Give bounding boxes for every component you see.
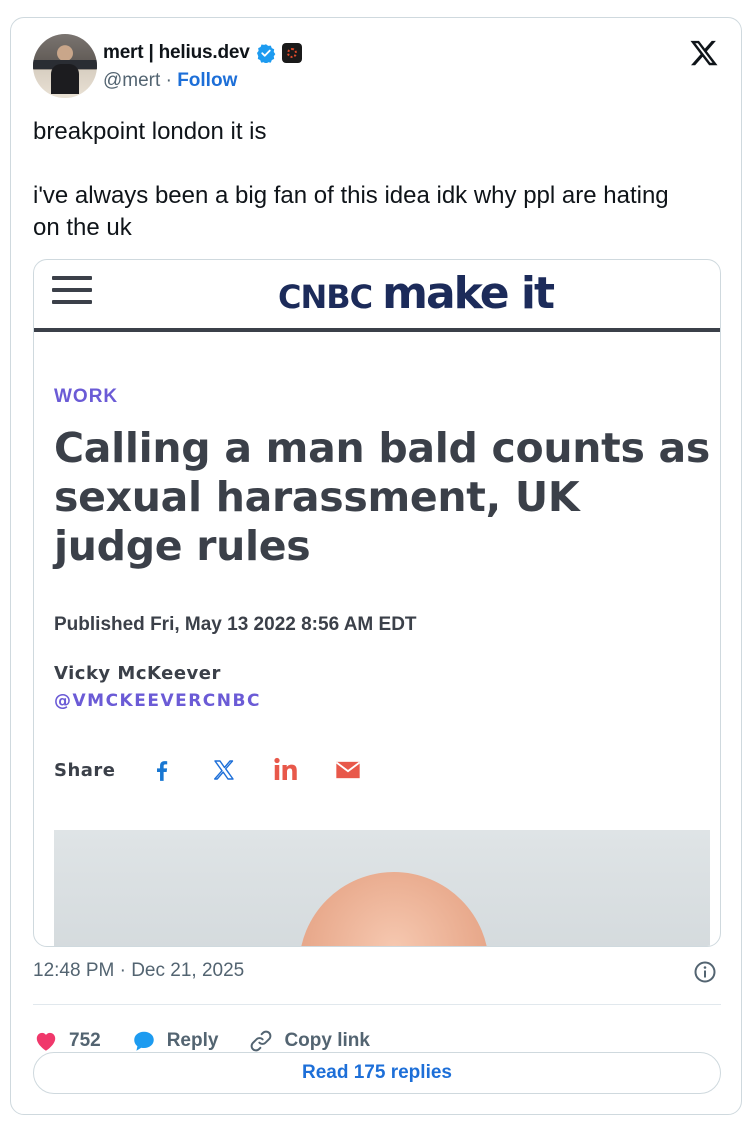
article-card[interactable]: CNBC make it WORK Calling a man bald cou…	[33, 259, 721, 947]
divider	[33, 1004, 721, 1005]
hamburger-menu-icon[interactable]	[52, 276, 92, 304]
published-date: Published Fri, May 13 2022 8:56 AM EDT	[54, 614, 417, 635]
cnbc-make-it-logo: CNBC make it	[278, 268, 555, 319]
reply-label: Reply	[166, 1030, 219, 1051]
x-share-icon[interactable]	[208, 754, 240, 786]
section-label[interactable]: WORK	[54, 386, 118, 408]
share-label: Share	[54, 759, 116, 781]
x-logo-icon[interactable]	[689, 38, 719, 68]
author-name[interactable]: mert | helius.dev	[103, 42, 250, 64]
like-button[interactable]: 752	[33, 1028, 101, 1054]
avatar-figure	[51, 64, 79, 94]
article-headline: Calling a man bald counts as sexual hara…	[54, 424, 711, 570]
article-header: CNBC make it	[34, 260, 720, 332]
link-icon	[251, 1030, 272, 1052]
linkedin-icon[interactable]	[270, 754, 302, 786]
affiliate-badge-icon[interactable]	[281, 43, 302, 63]
copy-link-label: Copy link	[284, 1030, 370, 1051]
avatar[interactable]	[33, 34, 97, 98]
tweet-card: mert | helius.dev @mert · Follow breakpo…	[10, 17, 742, 1115]
author-handle[interactable]: @mert	[103, 70, 160, 91]
cnbc-logo-text: CNBC	[278, 278, 373, 316]
article-author-handle[interactable]: @VMCKEEVERCNBC	[54, 691, 261, 711]
article-hero-image	[54, 830, 710, 946]
header-divider	[34, 328, 720, 332]
make-it-logo-text: make it	[382, 268, 555, 319]
bald-head-image	[299, 872, 489, 946]
read-replies-button[interactable]: Read 175 replies	[33, 1052, 721, 1094]
verified-badge-icon	[256, 44, 275, 63]
separator-dot: ·	[165, 70, 172, 91]
tweet-text-line1: breakpoint london it is	[33, 118, 267, 145]
article-author: Vicky McKeever	[54, 663, 221, 684]
tweet-timestamp[interactable]: 12:48 PM · Dec 21, 2025	[33, 960, 244, 982]
info-icon[interactable]	[693, 960, 717, 984]
heart-icon	[36, 1032, 56, 1051]
follow-button[interactable]: Follow	[177, 70, 237, 91]
tweet-text-line2: i've always been a big fan of this idea …	[33, 182, 669, 241]
copy-link-button[interactable]: Copy link	[248, 1028, 370, 1054]
handle-row: @mert · Follow	[103, 70, 237, 92]
share-row: Share	[54, 754, 394, 786]
author-name-row: mert | helius.dev	[103, 42, 302, 64]
email-icon[interactable]	[332, 754, 364, 786]
facebook-icon[interactable]	[146, 754, 178, 786]
reply-button[interactable]: Reply	[131, 1028, 219, 1054]
reply-bubble-icon	[133, 1031, 154, 1051]
like-count: 752	[69, 1030, 101, 1051]
